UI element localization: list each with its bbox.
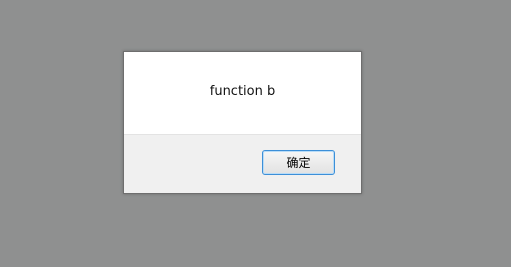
ok-button[interactable]: 确定: [262, 150, 335, 175]
alert-dialog: function b 确定: [123, 51, 362, 194]
dialog-footer: 确定: [124, 134, 361, 193]
dialog-body: function b: [124, 52, 361, 135]
dialog-message: function b: [209, 84, 276, 99]
